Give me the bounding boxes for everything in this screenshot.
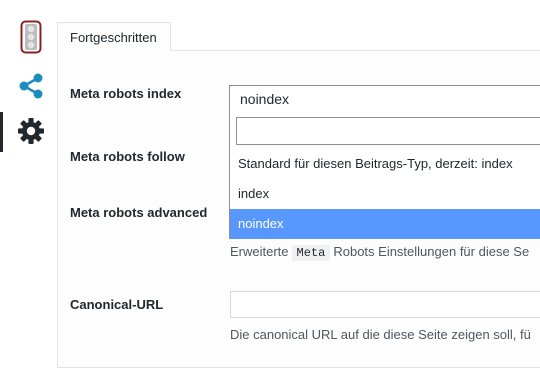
meta-robots-index-label: Meta robots index: [70, 86, 182, 101]
meta-robots-index-value: noindex: [240, 91, 290, 107]
tab-fortgeschritten[interactable]: Fortgeschritten: [57, 22, 171, 51]
traffic-light-icon: [20, 20, 42, 54]
description-text: Erweiterte: [230, 244, 289, 259]
description-text: Robots Einstellungen für diese Se: [333, 244, 530, 259]
dropdown-option-noindex[interactable]: noindex: [230, 209, 540, 239]
gear-icon: [18, 118, 44, 144]
meta-robots-advanced-description: Erweiterte Meta Robots Einstellungen für d…: [230, 244, 529, 261]
metabox-tab-rail: [0, 0, 50, 375]
advanced-settings-tab[interactable]: [0, 112, 44, 152]
traffic-light-tab[interactable]: [0, 18, 44, 58]
social-tab[interactable]: [0, 66, 44, 106]
dropdown-option-index[interactable]: index: [230, 179, 540, 209]
canonical-url-description: Die canonical URL auf die diese Seite ze…: [230, 327, 531, 342]
canonical-url-input[interactable]: [230, 291, 540, 318]
meta-robots-index-select[interactable]: noindex: [229, 85, 540, 114]
meta-robots-advanced-label: Meta robots advanced: [70, 205, 208, 220]
meta-robots-index-dropdown: Standard für diesen Beitrags-Typ, derzei…: [229, 113, 540, 239]
share-icon: [19, 73, 43, 99]
meta-code: Meta: [291, 245, 331, 261]
canonical-url-label: Canonical-URL: [70, 297, 164, 312]
dropdown-option-default[interactable]: Standard für diesen Beitrags-Typ, derzei…: [230, 149, 540, 179]
dropdown-search-input[interactable]: [236, 117, 540, 145]
meta-robots-follow-label: Meta robots follow: [70, 149, 185, 164]
